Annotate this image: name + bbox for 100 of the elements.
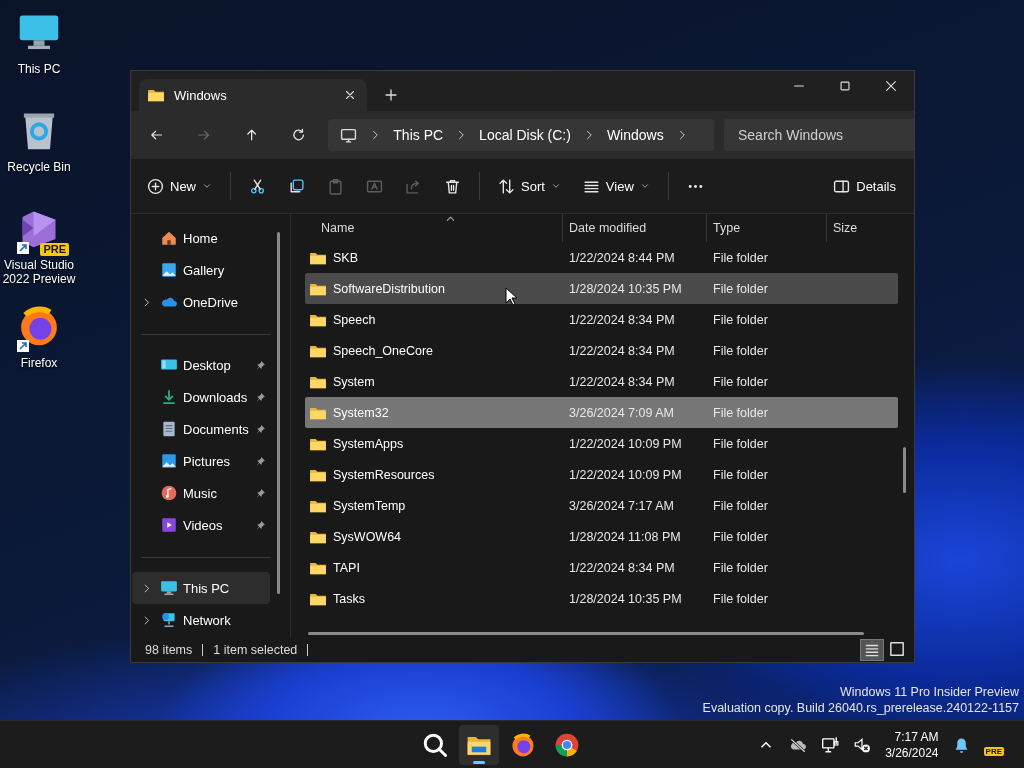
date-cell-text: 1/22/2024 8:44 PM (568, 250, 676, 265)
sidebar-item[interactable]: Music (132, 477, 270, 509)
file-row[interactable]: SystemResources 1/22/2024 10:09 PM File folder (305, 459, 898, 490)
file-name: SysWOW64 (333, 529, 402, 544)
sidebar-item[interactable]: Home (132, 222, 270, 254)
type-cell-text: File folder (712, 281, 769, 296)
new-tab-icon[interactable] (383, 87, 399, 103)
chrome-logo-icon (554, 732, 580, 758)
tab-title: Windows (174, 87, 228, 103)
sidebar-item[interactable]: Pictures (132, 445, 270, 477)
file-name: SystemTemp (333, 498, 406, 513)
type-cell-text: File folder (712, 312, 769, 327)
sidebar-item[interactable]: Desktop (132, 349, 270, 381)
date-cell-text: 1/22/2024 10:09 PM (568, 436, 683, 451)
breadcrumb[interactable]: This PC (393, 127, 444, 143)
type-cell-text: File folder (712, 591, 769, 606)
date-cell-text: 1/22/2024 10:09 PM (568, 467, 683, 482)
date-cell-text: 1/28/2024 10:35 PM (568, 281, 683, 296)
file-name: TAPI (333, 560, 360, 575)
desktop-shortcut[interactable]: PRE Visual Studio 2022 Preview (0, 204, 78, 292)
close-icon[interactable] (343, 88, 357, 102)
sidebar-item[interactable]: Gallery (132, 254, 270, 286)
file-row[interactable]: SysWOW64 1/28/2024 11:08 PM File folder (305, 521, 898, 552)
tab[interactable]: Windows (139, 79, 367, 111)
selection-count: 1 item selected (213, 643, 298, 657)
file-row[interactable]: Tasks 1/28/2024 10:35 PM File folder (305, 583, 898, 614)
evaluation-notice: Evaluation copy. Build 26040.rs_prerelease.240122-1157 (702, 700, 1019, 716)
cloud-off-icon[interactable] (789, 736, 808, 754)
date-cell-text: 3/26/2024 7:17 AM (568, 498, 675, 513)
view-button[interactable]: View (578, 171, 654, 201)
file-row[interactable]: SystemTemp 3/26/2024 7:17 AM File folder (305, 490, 898, 521)
clock[interactable]: 7:17 AM 3/26/2024 (885, 729, 939, 761)
icon-label: This PC (17, 62, 61, 76)
type-cell-text: File folder (712, 467, 769, 482)
search-field[interactable]: Search Windows (724, 119, 914, 151)
home-icon (160, 229, 178, 247)
sort-button[interactable]: Sort (494, 171, 565, 201)
film-icon (160, 516, 178, 534)
sidebar-item[interactable]: This PC (132, 572, 270, 604)
scrollbar[interactable] (903, 447, 906, 493)
column-header[interactable]: Date modified (563, 214, 707, 242)
sidebar-item[interactable]: Downloads (132, 381, 270, 413)
file-row[interactable]: TAPI 1/22/2024 8:34 PM File folder (305, 552, 898, 583)
item-count: 98 items (145, 643, 193, 657)
fox-globe-icon (510, 732, 536, 758)
date-cell-text: 1/28/2024 11:08 PM (568, 529, 682, 544)
address-bar[interactable]: This PC Local Disk (C:) Windows (328, 119, 714, 151)
file-name: SystemResources (333, 467, 435, 482)
file-name: SystemApps (333, 436, 404, 451)
date-cell-text: 1/22/2024 8:34 PM (568, 560, 676, 575)
type-cell-text: File folder (712, 529, 769, 544)
type-cell-text: File folder (712, 498, 769, 513)
file-row[interactable]: Speech_OneCore 1/22/2024 8:34 PM File folder (305, 335, 898, 366)
folder-taskbar-button[interactable] (459, 725, 499, 765)
breadcrumb[interactable]: Local Disk (C:) (479, 127, 571, 143)
plus-circle-icon (147, 177, 164, 195)
monitor-icon (340, 126, 358, 144)
file-name: System32 (333, 405, 389, 420)
file-row[interactable]: SoftwareDistribution 1/28/2024 10:35 PM File folder (305, 273, 898, 304)
picture-icon (160, 452, 178, 470)
desktop-shortcut[interactable]: Recycle Bin (0, 106, 78, 194)
mouse-cursor-icon (505, 287, 518, 307)
caret-icon (639, 181, 650, 191)
sidebar-item[interactable]: OneDrive (132, 286, 270, 318)
scrollbar[interactable] (308, 632, 864, 635)
preview-badge: PRE (983, 746, 1004, 756)
sidebar-item[interactable]: Videos (132, 509, 270, 541)
evaluation-notice: Windows 11 Pro Insider Preview (839, 684, 1019, 700)
sidebar-item[interactable]: Documents (132, 413, 270, 445)
file-row[interactable]: SystemApps 1/22/2024 10:09 PM File folder (305, 428, 898, 459)
icon-label: Firefox (20, 356, 58, 370)
desktop-shortcut[interactable]: Firefox (0, 302, 78, 390)
search-icon (422, 732, 448, 758)
sidebar-item[interactable]: Network (132, 604, 270, 636)
new-button[interactable]: New (143, 171, 216, 201)
sort-arrows-icon (498, 177, 515, 195)
column-header[interactable]: Name (305, 214, 563, 242)
details-view-icon[interactable] (860, 639, 884, 661)
desktop-shortcut[interactable]: This PC (0, 8, 78, 96)
column-header[interactable]: Type (707, 214, 827, 242)
file-row[interactable]: System 1/22/2024 8:34 PM File folder (305, 366, 898, 397)
file-name: System (333, 374, 375, 389)
type-cell-text: File folder (712, 343, 769, 358)
type-cell-text: File folder (712, 374, 769, 389)
wired-monitor-icon[interactable] (821, 736, 840, 754)
details-button[interactable]: Details (829, 171, 900, 201)
breadcrumb[interactable]: Windows (606, 127, 664, 143)
picture-icon (160, 261, 178, 279)
column-header[interactable]: Size (827, 214, 858, 242)
download-arrow-icon (160, 388, 178, 406)
file-name: Tasks (333, 591, 365, 606)
icon-label: Visual Studio 2022 Preview (1, 258, 77, 286)
date-cell-text: 3/26/2024 7:09 AM (568, 405, 675, 420)
speaker-muted-icon[interactable] (853, 736, 872, 754)
file-row[interactable]: SKB 1/22/2024 8:44 PM File folder (305, 242, 898, 273)
preview-badge: PRE (40, 243, 69, 256)
file-name: Speech_OneCore (333, 343, 434, 358)
file-row[interactable]: Speech 1/22/2024 8:34 PM File folder (305, 304, 898, 335)
scrollbar[interactable] (277, 232, 280, 594)
file-row[interactable]: System32 3/26/2024 7:09 AM File folder (305, 397, 898, 428)
